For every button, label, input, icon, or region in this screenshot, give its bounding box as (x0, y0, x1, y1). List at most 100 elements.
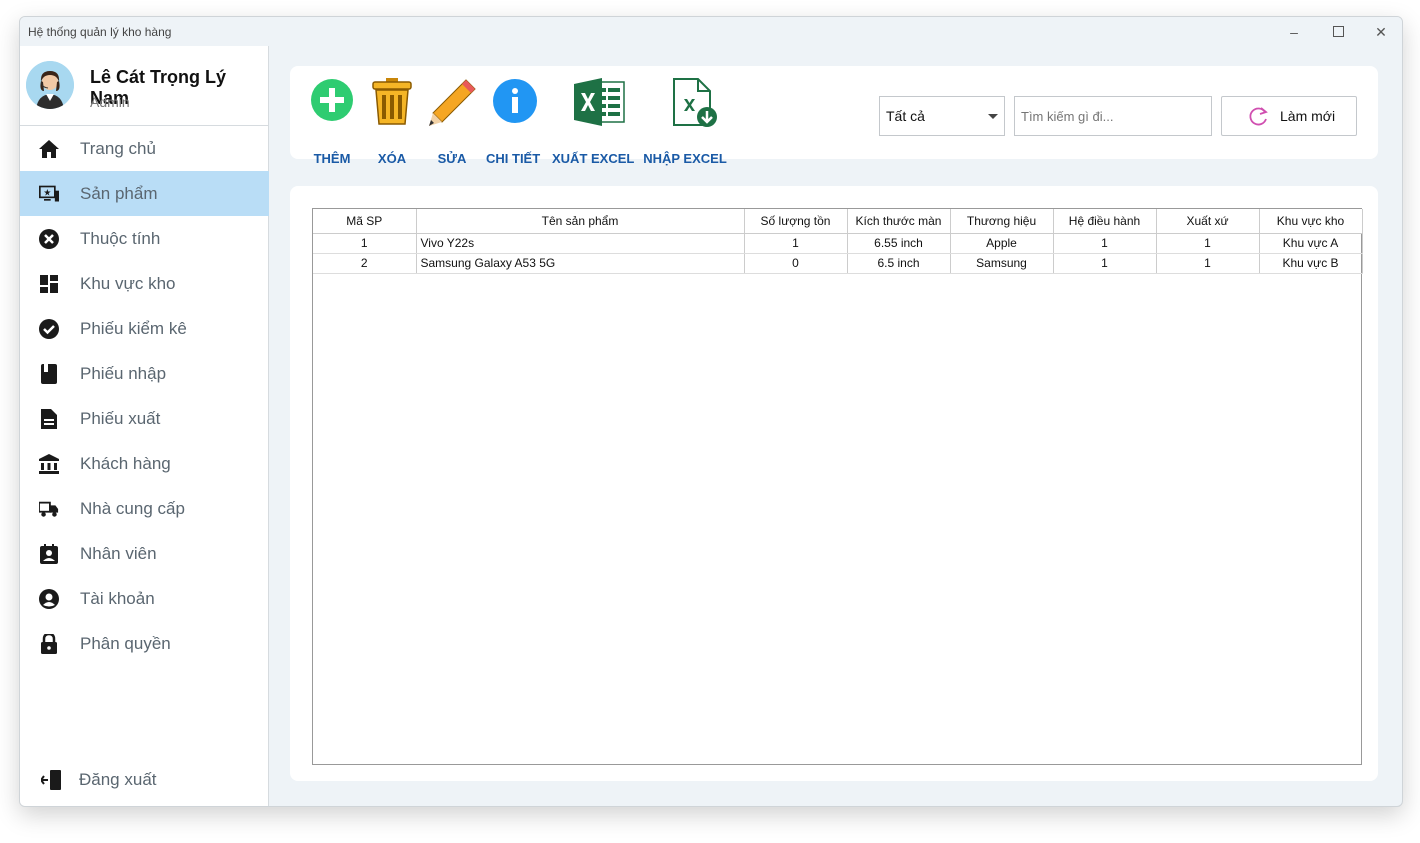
column-header-name[interactable]: Tên sản phẩm (416, 209, 745, 234)
badge-icon (39, 543, 59, 564)
avatar (26, 61, 74, 109)
account-icon (39, 588, 59, 609)
chevron-down-icon (988, 114, 998, 119)
app-window: Hệ thống quản lý kho hàng – ✕ Lê Cát Trọ… (19, 16, 1403, 807)
sidebar-item-employees[interactable]: Nhân viên (20, 531, 269, 576)
refresh-label: Làm mới (1280, 108, 1336, 124)
window-title: Hệ thống quản lý kho hàng (28, 25, 172, 39)
product-icon (39, 184, 59, 204)
refresh-button[interactable]: Làm mới (1221, 96, 1357, 136)
truck-icon (39, 499, 59, 519)
table-row[interactable]: 1 Vivo Y22s 1 6.55 inch Apple 1 1 Khu vự… (313, 233, 1363, 254)
column-header-stock[interactable]: Số lượng tồn (744, 209, 848, 234)
delete-label: XÓA (377, 151, 407, 166)
column-header-origin[interactable]: Xuất xứ (1156, 209, 1260, 234)
detail-label: CHI TIẾT (486, 151, 541, 166)
filter-selected-value: Tất cả (886, 108, 925, 124)
export-excel-button[interactable]: XUẤT EXCEL (552, 78, 634, 168)
info-icon (493, 79, 537, 123)
sidebar-item-suppliers[interactable]: Nhà cung cấp (20, 486, 269, 531)
product-table-card: Mã SP Tên sản phẩm Số lượng tồn Kích thư… (290, 186, 1378, 781)
add-button[interactable]: THÊM (309, 78, 355, 168)
sidebar-item-label: Trang chủ (80, 138, 156, 158)
sidebar-item-home[interactable]: Trang chủ (20, 126, 269, 171)
sidebar-item-permissions[interactable]: Phân quyền (20, 621, 269, 666)
detail-button[interactable]: CHI TIẾT (486, 78, 540, 168)
excel-import-icon (673, 78, 717, 127)
sidebar-item-label: Phiếu xuất (80, 408, 161, 428)
book-icon (39, 363, 59, 384)
lock-icon (39, 633, 59, 654)
logout-icon (39, 769, 61, 790)
sidebar-item-warehouse-area[interactable]: Khu vực kho (20, 261, 269, 306)
document-icon (39, 408, 59, 429)
cell-warehouse-area: Khu vực B (1259, 253, 1363, 274)
user-role: Admin (90, 94, 130, 110)
home-icon (39, 139, 59, 159)
cell-origin: 1 (1156, 233, 1260, 254)
cell-os: 1 (1053, 233, 1157, 254)
check-circle-icon (39, 318, 59, 339)
import-excel-label: NHẬP EXCEL (643, 151, 727, 166)
cell-name: Vivo Y22s (416, 233, 745, 254)
cell-brand: Samsung (950, 253, 1054, 274)
cell-stock: 0 (744, 253, 848, 274)
cell-id: 1 (313, 233, 417, 254)
product-table: Mã SP Tên sản phẩm Số lượng tồn Kích thư… (313, 209, 1363, 274)
add-label: THÊM (313, 151, 351, 166)
column-header-screen-size[interactable]: Kích thước màn (847, 209, 951, 234)
cell-warehouse-area: Khu vực A (1259, 233, 1363, 254)
sidebar-item-inventory-check[interactable]: Phiếu kiểm kê (20, 306, 269, 351)
sidebar-item-label: Khách hàng (80, 453, 171, 473)
cell-stock: 1 (744, 233, 848, 254)
warehouse-area-icon (39, 274, 59, 294)
trash-icon (372, 78, 412, 125)
cell-screen-size: 6.55 inch (847, 233, 951, 254)
sidebar-item-accounts[interactable]: Tài khoản (20, 576, 269, 621)
filter-dropdown[interactable]: Tất cả (879, 96, 1005, 136)
maximize-icon (1332, 26, 1344, 37)
attribute-icon (39, 228, 59, 249)
cell-os: 1 (1053, 253, 1157, 274)
sidebar-item-label: Thuộc tính (80, 228, 161, 248)
edit-label: SỬA (437, 151, 467, 166)
bank-icon (39, 453, 59, 474)
toolbar: THÊM XÓA SỬA CHI TIẾT XUẤT EXCEL NHẬP EX… (290, 66, 1378, 166)
logout-button[interactable]: Đăng xuất (20, 757, 269, 802)
delete-button[interactable]: XÓA (370, 78, 414, 168)
sidebar-item-label: Khu vực kho (80, 273, 176, 293)
column-header-os[interactable]: Hệ điều hành (1053, 209, 1157, 234)
sidebar-item-label: Nhà cung cấp (80, 498, 185, 518)
import-excel-button[interactable]: NHẬP EXCEL (643, 78, 727, 168)
column-header-warehouse-area[interactable]: Khu vực kho (1259, 209, 1363, 234)
excel-export-icon (574, 78, 625, 126)
cell-id: 2 (313, 253, 417, 274)
sidebar-item-label: Phiếu nhập (80, 363, 167, 383)
search-input[interactable] (1014, 96, 1212, 136)
refresh-icon (1249, 107, 1268, 126)
column-header-brand[interactable]: Thương hiệu (950, 209, 1054, 234)
sidebar-item-import-receipt[interactable]: Phiếu nhập (20, 351, 269, 396)
cell-brand: Apple (950, 233, 1054, 254)
pencil-icon (429, 79, 476, 126)
table-row[interactable]: 2 Samsung Galaxy A53 5G 0 6.5 inch Samsu… (313, 253, 1363, 274)
sidebar-item-label: Tài khoản (80, 588, 155, 608)
user-profile: Lê Cát Trọng Lý Nam Admin (20, 46, 269, 126)
close-button[interactable]: ✕ (1370, 21, 1392, 43)
minimize-button[interactable]: – (1283, 21, 1305, 43)
logout-label: Đăng xuất (79, 769, 157, 789)
sidebar-item-products[interactable]: Sản phẩm (20, 171, 269, 216)
sidebar-item-attributes[interactable]: Thuộc tính (20, 216, 269, 261)
user-avatar-icon (26, 61, 74, 109)
sidebar-item-label: Sản phẩm (80, 183, 158, 203)
add-icon (311, 79, 353, 121)
cell-name: Samsung Galaxy A53 5G (416, 253, 745, 274)
title-bar: Hệ thống quản lý kho hàng – ✕ (20, 17, 1402, 46)
sidebar-item-customers[interactable]: Khách hàng (20, 441, 269, 486)
column-header-id[interactable]: Mã SP (313, 209, 417, 234)
maximize-button[interactable] (1327, 21, 1349, 43)
sidebar-item-export-receipt[interactable]: Phiếu xuất (20, 396, 269, 441)
edit-button[interactable]: SỬA (426, 78, 478, 168)
sidebar-item-label: Nhân viên (80, 543, 157, 563)
cell-screen-size: 6.5 inch (847, 253, 951, 274)
